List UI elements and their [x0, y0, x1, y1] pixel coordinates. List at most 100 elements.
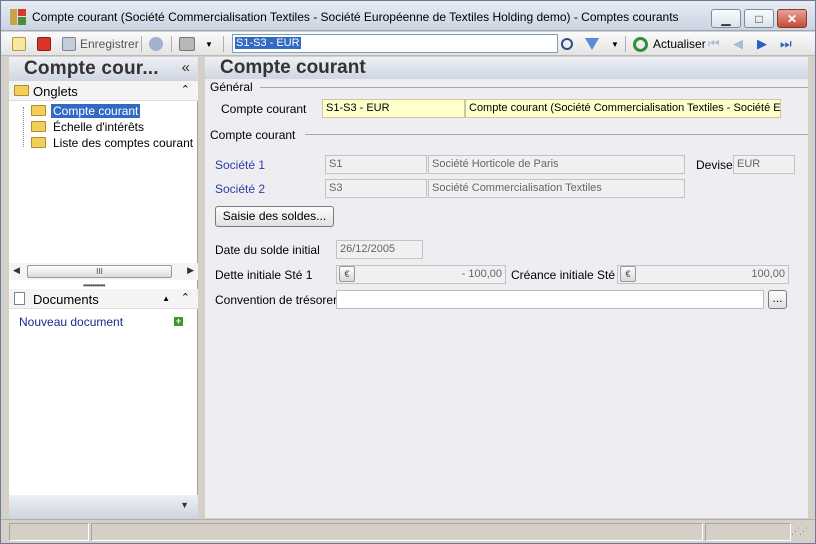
save-icon	[62, 37, 76, 51]
refresh-icon	[633, 36, 648, 52]
collapse-up-icon[interactable]: ▲	[162, 294, 170, 303]
initial-debt-field[interactable]: - 100,00	[336, 265, 506, 284]
navigation-footer: ▼	[9, 495, 198, 518]
navigation-panel: Compte cour... « Onglets ⌃ Compte couran…	[9, 57, 198, 518]
initial-date-field[interactable]: 26/12/2005	[336, 240, 423, 259]
window-title: Compte courant (Société Commercialisatio…	[32, 10, 679, 24]
toolbar: Enregistrer ▼ S1-S3 - EUR ▼ Actualiser ⏮…	[1, 32, 815, 56]
new-button[interactable]	[12, 35, 26, 53]
tree-item-label: Échelle d'intérêts	[53, 119, 145, 134]
treasury-convention-label: Convention de trésorerie	[215, 293, 347, 307]
next-icon: ▶	[757, 36, 767, 51]
toolbar-separator	[625, 36, 626, 52]
status-cell	[705, 523, 791, 541]
collapse-section-icon[interactable]: ⌃	[181, 291, 190, 304]
new-icon	[12, 37, 26, 51]
maximize-button[interactable]: □	[744, 9, 774, 28]
group-divider	[260, 87, 808, 88]
minimize-button[interactable]: ▁	[711, 9, 741, 28]
general-group-title: Général	[210, 80, 253, 94]
navigation-header: Compte cour... «	[9, 57, 198, 81]
navigation-title: Compte cour...	[24, 58, 159, 79]
filter-button[interactable]: ▼	[585, 35, 619, 53]
collapse-panel-icon[interactable]: «	[182, 59, 190, 76]
folder-icon	[31, 137, 46, 148]
tabs-section-header[interactable]: Onglets ⌃	[9, 81, 198, 101]
tree-item-liste-comptes[interactable]: Liste des comptes courant	[31, 135, 195, 150]
initial-credit-label: Créance initiale Sté 2	[511, 268, 626, 282]
close-button[interactable]: ✕	[777, 9, 807, 28]
status-cell	[9, 523, 89, 541]
new-document-link[interactable]: Nouveau document	[19, 315, 123, 329]
open-folder-icon	[31, 105, 46, 116]
collapse-section-icon[interactable]: ⌃	[181, 83, 190, 96]
last-record-button[interactable]: ⏭	[780, 37, 792, 51]
status-bar: ⋰⋰	[1, 519, 815, 543]
next-record-button[interactable]: ▶	[757, 37, 767, 51]
scroll-left-icon[interactable]: ◀	[13, 265, 20, 276]
company1-name-field: Société Horticole de Paris	[428, 155, 685, 174]
company2-label[interactable]: Société 2	[215, 182, 265, 196]
treasury-convention-field[interactable]	[336, 290, 764, 309]
toolbar-separator	[171, 36, 172, 52]
chevron-down-icon: ▼	[205, 39, 213, 49]
account-code-label: Compte courant	[221, 102, 307, 116]
resize-grip-icon[interactable]: ⋰⋰	[791, 526, 808, 537]
group-divider	[305, 134, 808, 135]
tree-item-compte-courant[interactable]: Compte courant	[31, 103, 141, 118]
euro-icon: €	[339, 266, 355, 282]
scrollbar-thumb[interactable]: III	[27, 265, 172, 278]
currency-label: Devise	[696, 158, 733, 172]
status-cell	[91, 523, 703, 541]
record-search-input[interactable]: S1-S3 - EUR	[232, 34, 558, 53]
company1-code-field[interactable]: S1	[325, 155, 427, 174]
euro-icon: €	[620, 266, 636, 282]
currency-field[interactable]: EUR	[733, 155, 795, 174]
document-icon	[14, 292, 25, 305]
refresh-button[interactable]: Actualiser	[633, 35, 706, 53]
company2-name-field: Société Commercialisation Textiles	[428, 179, 685, 198]
search-icon	[561, 38, 573, 50]
toolbar-separator	[223, 36, 224, 52]
expand-down-icon[interactable]: ▼	[180, 500, 189, 510]
toolbar-separator	[141, 36, 142, 52]
tree-connector	[23, 107, 24, 147]
search-button[interactable]	[561, 35, 573, 53]
company2-code-field[interactable]: S3	[325, 179, 427, 198]
prev-icon: ◀	[733, 36, 743, 51]
chevron-down-icon: ▼	[611, 39, 619, 49]
refresh-label: Actualiser	[653, 37, 706, 51]
documents-section-header[interactable]: Documents ▲ ⌃	[9, 289, 198, 309]
initial-date-label: Date du solde initial	[215, 243, 320, 257]
documents-section-label: Documents	[33, 292, 99, 307]
app-logo-icon	[10, 9, 26, 25]
tree-item-label: Liste des comptes courant	[53, 135, 194, 150]
initial-debt-label: Dette initiale Sté 1	[215, 268, 313, 282]
print-icon	[179, 37, 195, 51]
account-description-field[interactable]: Compte courant (Société Commercialisatio…	[465, 99, 781, 118]
previous-record-button[interactable]: ◀	[733, 37, 743, 51]
account-code-field[interactable]: S1-S3 - EUR	[322, 99, 465, 118]
sync-icon	[149, 37, 163, 51]
folder-icon	[14, 85, 29, 96]
form-title: Compte courant	[220, 57, 366, 78]
record-form: Compte courant Général Compte courant S1…	[205, 57, 808, 518]
account-group-title: Compte courant	[210, 128, 296, 142]
tabs-section-label: Onglets	[33, 84, 78, 99]
scroll-right-icon[interactable]: ▶	[187, 265, 194, 276]
add-document-icon[interactable]: +	[174, 317, 183, 326]
tree-horizontal-scrollbar[interactable]: ◀ III ▶	[9, 263, 198, 280]
initial-credit-field[interactable]: 100,00	[617, 265, 789, 284]
company1-label[interactable]: Société 1	[215, 158, 265, 172]
save-button[interactable]: Enregistrer	[62, 35, 139, 53]
filter-icon	[585, 38, 599, 50]
tree-item-echelle-interets[interactable]: Échelle d'intérêts	[31, 119, 146, 134]
title-bar: Compte courant (Société Commercialisatio…	[1, 1, 815, 31]
browse-button[interactable]: ...	[768, 290, 787, 309]
first-record-button[interactable]: ⏮	[708, 37, 720, 51]
record-search-value: S1-S3 - EUR	[235, 37, 301, 49]
sync-button[interactable]	[149, 35, 163, 53]
delete-button[interactable]	[37, 35, 51, 53]
print-button[interactable]: ▼	[179, 35, 213, 53]
balances-entry-button[interactable]: Saisie des soldes...	[215, 206, 334, 227]
